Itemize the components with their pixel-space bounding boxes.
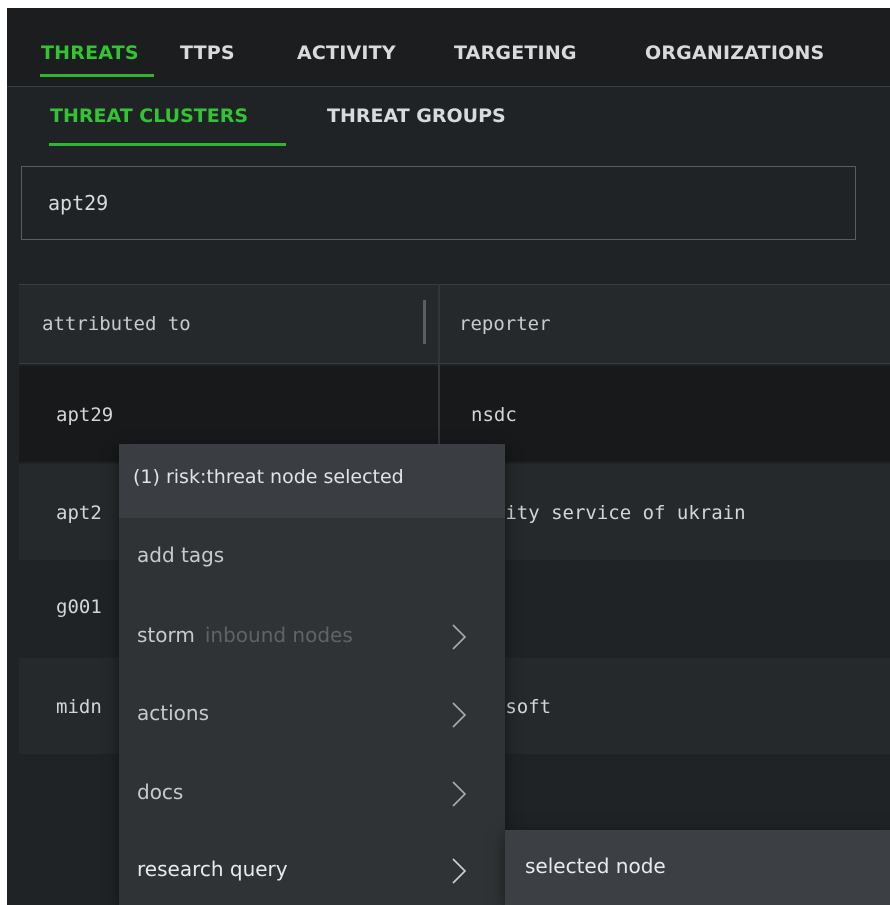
active-subtab-indicator (49, 143, 286, 146)
menu-item-label: add tags (137, 543, 225, 567)
tab-organizations[interactable]: ORGANIZATIONS (645, 42, 824, 64)
menu-item-research-query[interactable]: research query (119, 832, 505, 905)
search-input[interactable] (22, 167, 855, 239)
tab-targeting[interactable]: TARGETING (454, 42, 577, 64)
cell-attributed-to: apt2 (56, 502, 102, 524)
chevron-right-icon (452, 624, 467, 650)
column-header-reporter[interactable]: reporter (459, 313, 551, 335)
cell-reporter: nsdc (471, 404, 517, 426)
cell-reporter: curity service of ukrain (471, 502, 746, 524)
column-resize-handle[interactable] (423, 300, 426, 344)
active-tab-indicator (40, 74, 154, 77)
search-box (21, 166, 856, 240)
menu-item-label: docs (137, 780, 184, 804)
menu-item-label: research query (137, 857, 288, 881)
chevron-right-icon (452, 858, 467, 884)
menu-item-docs[interactable]: docs (119, 755, 505, 833)
menu-item-add-tags[interactable]: add tags (119, 518, 505, 596)
nav-divider (7, 86, 890, 87)
app-window: THREATS TTPS ACTIVITY TARGETING ORGANIZA… (7, 8, 890, 905)
column-header-attributed-to[interactable]: attributed to (42, 313, 191, 335)
tab-threats[interactable]: THREATS (41, 42, 139, 64)
menu-item-label: actions (137, 701, 209, 725)
chevron-right-icon (452, 702, 467, 728)
submenu-item-selected-node[interactable]: selected node (525, 854, 666, 878)
top-nav: THREATS TTPS ACTIVITY TARGETING ORGANIZA… (7, 8, 890, 86)
table-header: attributed to reporter (19, 284, 890, 364)
selection-summary: (1) risk:threat node selected (133, 466, 404, 488)
context-menu-header: (1) risk:threat node selected (119, 444, 505, 518)
cell-attributed-to: midn (56, 696, 102, 718)
subtab-threat-groups[interactable]: THREAT GROUPS (327, 105, 506, 127)
tab-ttps[interactable]: TTPS (180, 42, 235, 64)
cell-attributed-to: apt29 (56, 404, 114, 426)
chevron-right-icon (452, 781, 467, 807)
submenu-research-query: selected node (505, 830, 890, 905)
context-menu: (1) risk:threat node selected add tags s… (119, 444, 505, 905)
menu-item-hint: inbound nodes (204, 623, 353, 647)
menu-item-actions[interactable]: actions (119, 676, 505, 754)
subtab-threat-clusters[interactable]: THREAT CLUSTERS (50, 105, 248, 127)
cell-attributed-to: g001 (56, 596, 102, 618)
tab-activity[interactable]: ACTIVITY (297, 42, 396, 64)
menu-item-label: storm (137, 623, 195, 647)
menu-item-storm[interactable]: storm inbound nodes (119, 598, 505, 676)
